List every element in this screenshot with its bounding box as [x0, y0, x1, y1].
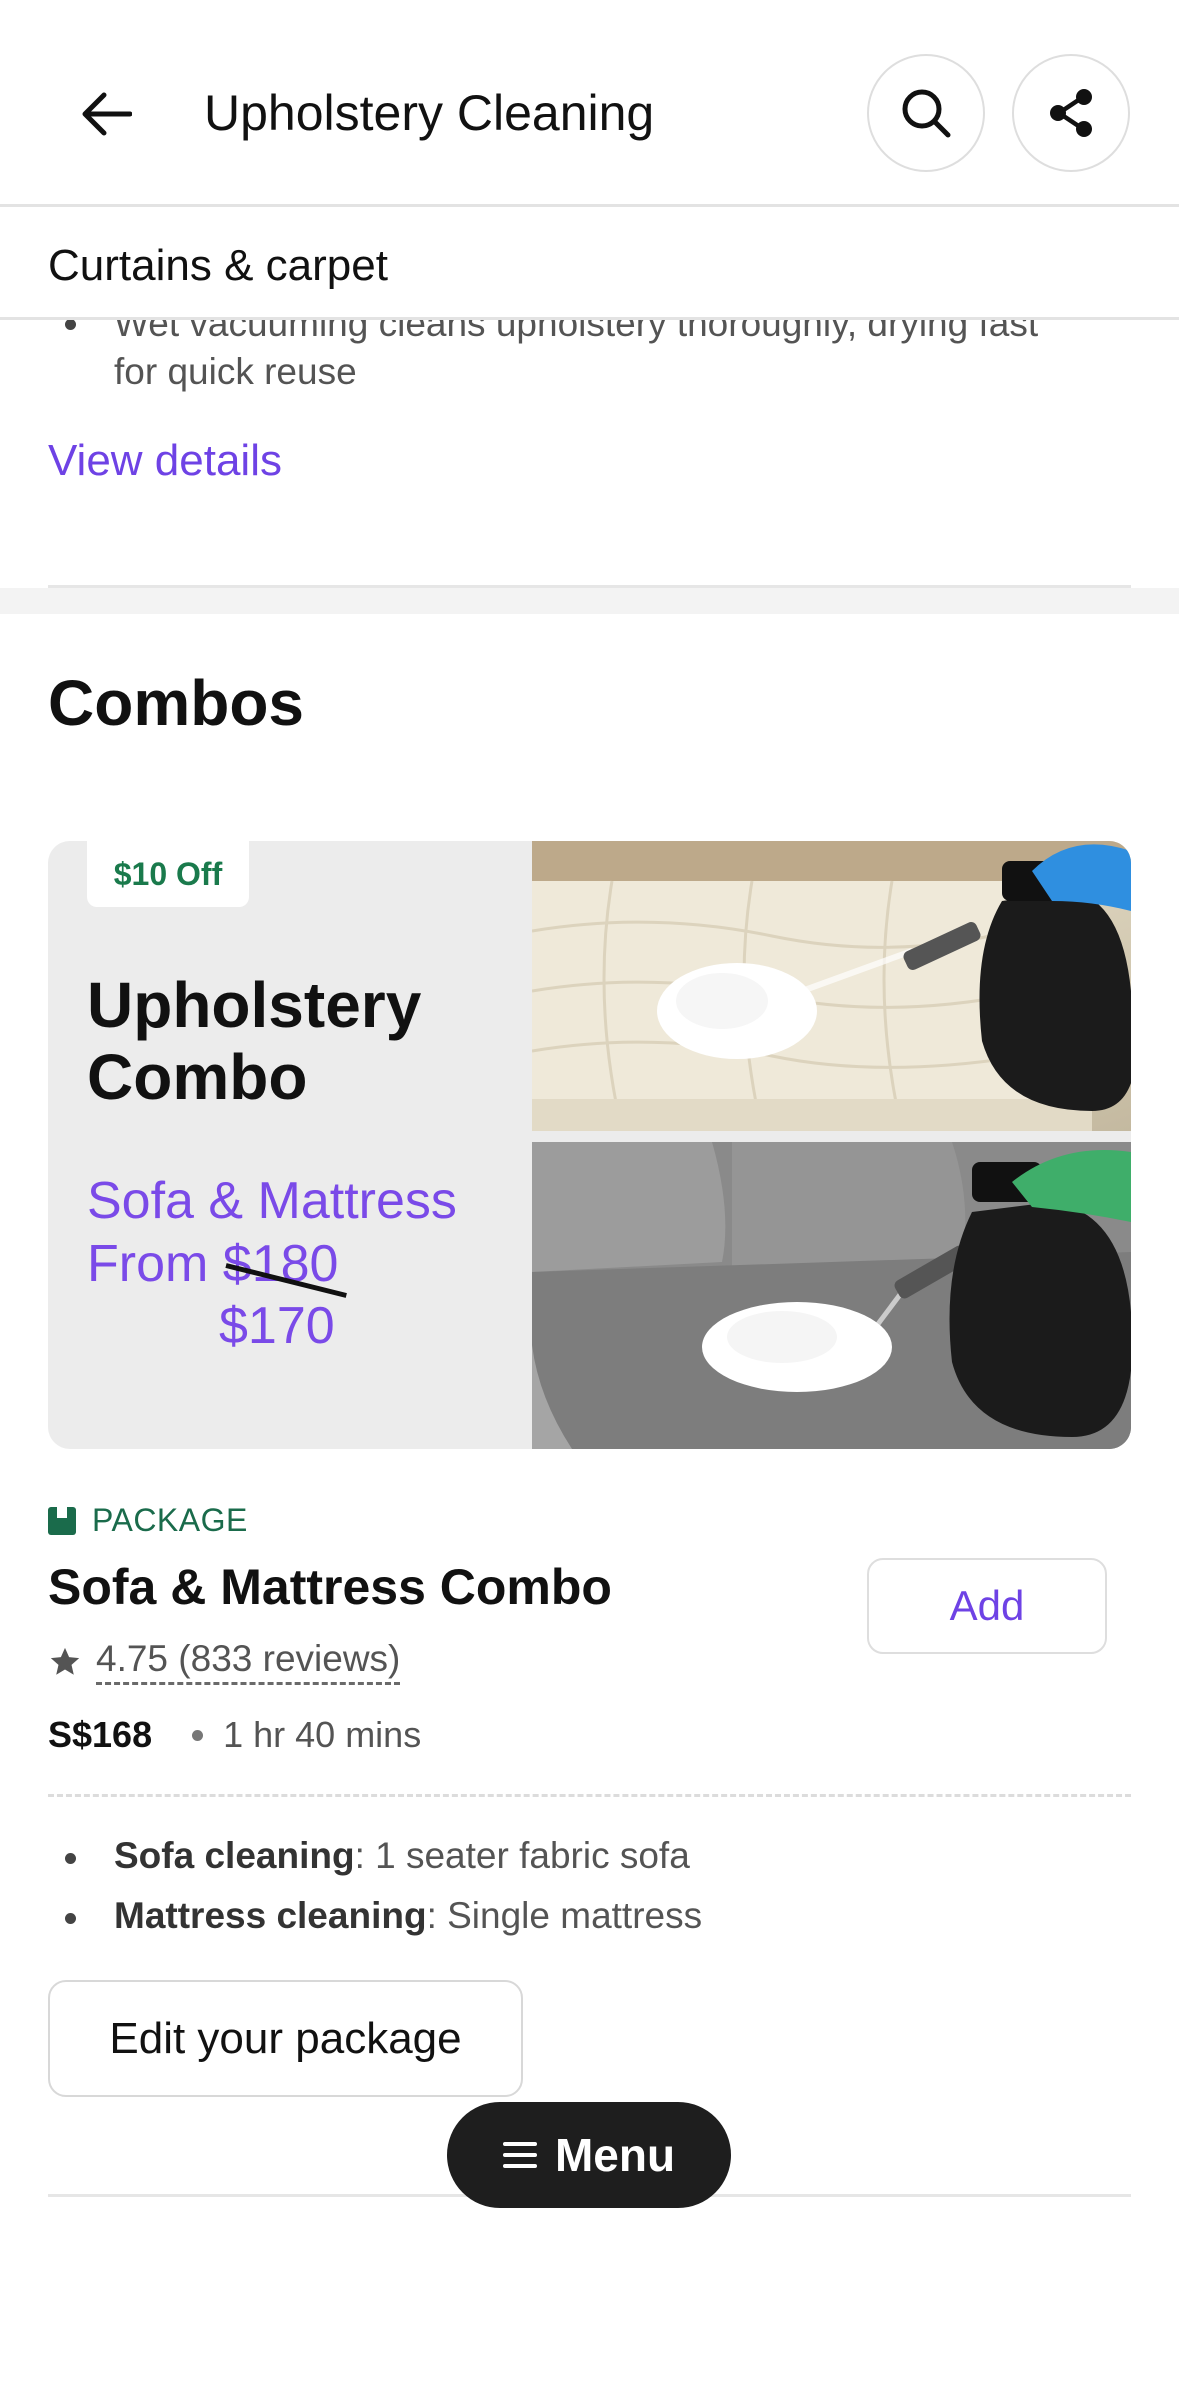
- discount-badge: $10 Off: [87, 841, 249, 907]
- section-title: Combos: [48, 667, 304, 739]
- menu-label: Menu: [554, 2129, 676, 2181]
- category-subheader: Curtains & carpet: [0, 207, 1179, 320]
- feature-item: Mattress cleaning: Single mattress: [114, 1895, 702, 1937]
- package-title: Sofa & Mattress Combo: [48, 1559, 612, 1615]
- edit-package-button[interactable]: Edit your package: [48, 1980, 523, 2097]
- app-header: Upholstery Cleaning: [0, 0, 1179, 207]
- separator-dot: [192, 1729, 204, 1741]
- feature-detail: : 1 seater fabric sofa: [354, 1835, 690, 1876]
- mattress-photo: [532, 841, 1131, 1131]
- from-label: From: [87, 1235, 209, 1293]
- category-title: Curtains & carpet: [48, 241, 388, 290]
- back-button[interactable]: [70, 78, 142, 150]
- banner-title-line: Upholstery: [87, 969, 422, 1041]
- share-icon: [1050, 89, 1092, 137]
- rating: 4.75 (833 reviews): [48, 1638, 401, 1685]
- feature-detail: : Single mattress: [426, 1895, 703, 1936]
- bullet-dot: [65, 319, 76, 330]
- arrow-left-icon: [82, 92, 132, 136]
- banner-subtitle: Sofa & Mattress: [87, 1172, 457, 1230]
- feature-name: Sofa cleaning: [114, 1835, 355, 1876]
- section-separator: [0, 588, 1179, 614]
- banner-title-line: Combo: [87, 1041, 308, 1113]
- old-price: $180: [222, 1235, 339, 1293]
- bullet-dot: [65, 1913, 76, 1924]
- new-price: $170: [219, 1297, 335, 1355]
- feature-item: Sofa cleaning: 1 seater fabric sofa: [114, 1835, 690, 1877]
- search-icon: [902, 89, 951, 138]
- rating-text[interactable]: 4.75 (833 reviews): [96, 1638, 401, 1685]
- add-button[interactable]: Add: [867, 1558, 1107, 1654]
- search-button[interactable]: [867, 54, 985, 172]
- banner-title: Upholstery Combo: [87, 969, 507, 1113]
- share-button[interactable]: [1012, 54, 1130, 172]
- duration: 1 hr 40 mins: [223, 1714, 422, 1755]
- combo-banner[interactable]: $10 Off Upholstery Combo Sofa & Mattress…: [48, 841, 1131, 1449]
- feature-bullet-line: for quick reuse: [114, 351, 357, 392]
- price-row: S$168 1 hr 40 mins: [48, 1714, 421, 1756]
- star-icon: [50, 1647, 80, 1675]
- dashed-divider: [48, 1794, 1131, 1797]
- hamburger-icon: [502, 2142, 537, 2168]
- feature-name: Mattress cleaning: [114, 1895, 427, 1936]
- price: S$168: [48, 1714, 153, 1755]
- sofa-photo: [532, 1142, 1131, 1449]
- bullet-dot: [65, 1853, 76, 1864]
- menu-button[interactable]: Menu: [447, 2102, 731, 2208]
- package-label: PACKAGE: [92, 1502, 248, 1538]
- page-title: Upholstery Cleaning: [204, 85, 655, 141]
- view-details-link[interactable]: View details: [48, 436, 282, 486]
- package-tag: PACKAGE: [48, 1502, 248, 1539]
- package-icon: [48, 1506, 76, 1535]
